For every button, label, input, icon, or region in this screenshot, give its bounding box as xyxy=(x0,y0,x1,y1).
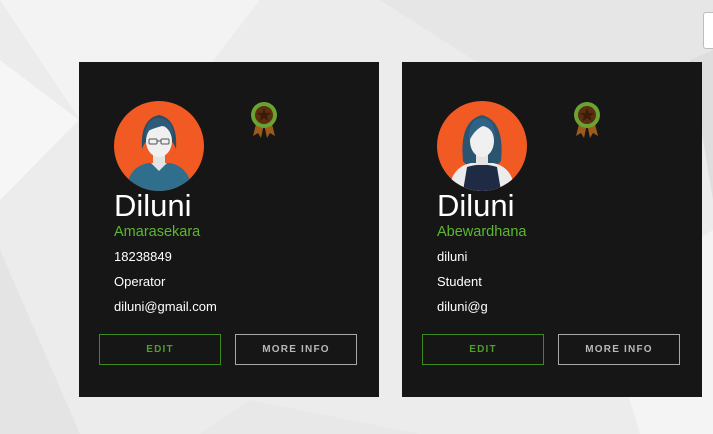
user-email: diluni@gmail.com xyxy=(114,299,217,314)
edit-button[interactable]: EDIT xyxy=(99,334,221,365)
award-ribbon-icon xyxy=(572,100,602,140)
award-ribbon-icon xyxy=(249,100,279,140)
user-id: diluni xyxy=(437,249,468,264)
user-role: Operator xyxy=(114,274,166,289)
user-first-name: Diluni xyxy=(114,188,192,223)
user-first-name: Diluni xyxy=(437,188,515,223)
woman-with-glasses-avatar-icon xyxy=(114,101,204,191)
user-email: diluni@g xyxy=(437,299,488,314)
woman-long-hair-avatar-icon xyxy=(437,101,527,191)
more-info-button[interactable]: MORE INFO xyxy=(235,334,357,365)
user-role: Student xyxy=(437,274,482,289)
user-card: Diluni Abewardhana diluni Student diluni… xyxy=(402,62,702,397)
page-corner-widget[interactable] xyxy=(703,12,713,49)
user-card: Diluni Amarasekara 18238849 Operator dil… xyxy=(79,62,379,397)
user-last-name: Amarasekara xyxy=(114,224,201,240)
more-info-button[interactable]: MORE INFO xyxy=(558,334,680,365)
user-last-name: Abewardhana xyxy=(437,224,527,240)
edit-button[interactable]: EDIT xyxy=(422,334,544,365)
user-id: 18238849 xyxy=(114,249,172,264)
